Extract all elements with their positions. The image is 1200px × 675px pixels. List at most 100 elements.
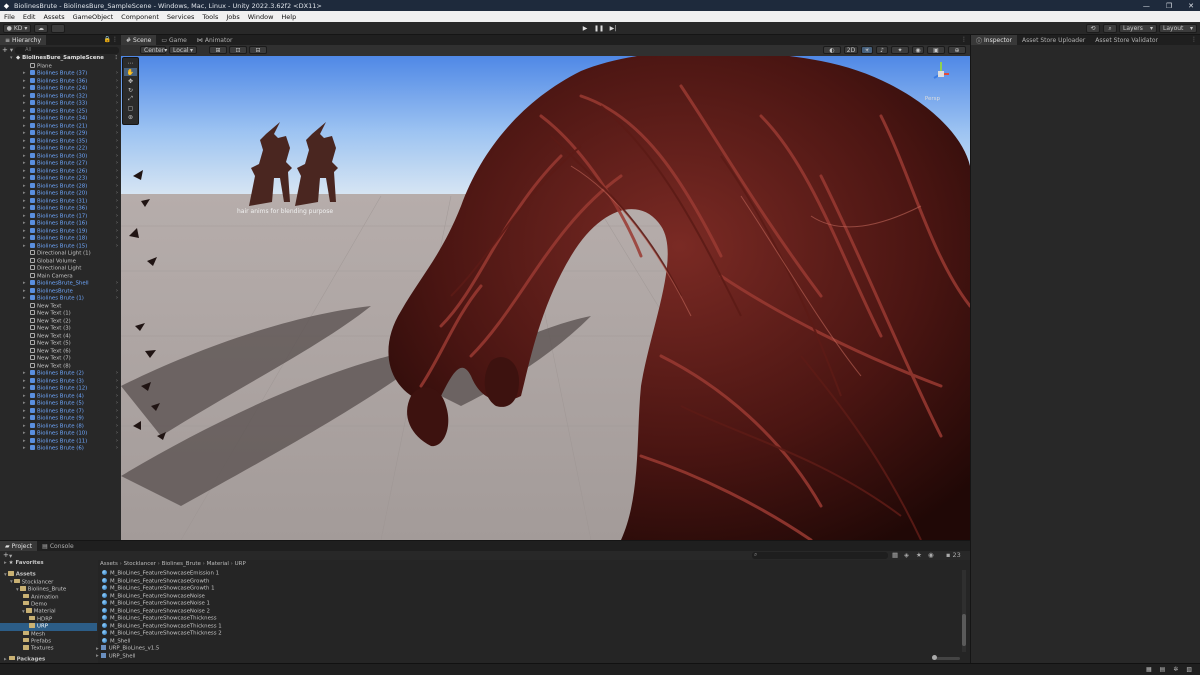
hierarchy-item[interactable]: New Text (5) — [0, 340, 121, 348]
hierarchy-item[interactable]: ▸ BiolinesBrute_Shell › — [0, 280, 121, 288]
chevron-right-icon[interactable]: › — [116, 220, 118, 228]
snap-increment-button[interactable]: ⊡ — [229, 46, 247, 54]
favorites-item[interactable]: ▸ ★ Favorites — [0, 560, 97, 567]
chevron-right-icon[interactable]: ▸ — [23, 445, 26, 453]
menu-component[interactable]: Component — [117, 13, 163, 21]
asset-item[interactable]: M_BioLines_FeatureShowcaseNoise 1 — [102, 600, 222, 608]
chevron-right-icon[interactable]: › — [116, 100, 118, 108]
step-icon[interactable]: ▶| — [606, 24, 620, 33]
chevron-right-icon[interactable]: ▸ — [23, 198, 26, 206]
chevron-right-icon[interactable]: ▸ — [23, 370, 26, 378]
add-icon[interactable]: + — [2, 46, 8, 54]
history-button[interactable]: ⟲ — [1086, 24, 1100, 33]
hierarchy-item[interactable]: Directional Light — [0, 265, 121, 273]
cloud-button[interactable]: ☁ — [34, 24, 48, 33]
asset-item[interactable]: M_BioLines_FeatureShowcaseThickness 2 — [102, 630, 222, 638]
layers-dropdown[interactable]: Layers ▾ — [1119, 24, 1157, 33]
hierarchy-item[interactable]: ▸ Biolines Brute (25) › — [0, 107, 121, 116]
hierarchy-item[interactable]: New Text (8) — [0, 362, 121, 371]
chevron-right-icon[interactable]: ▸ — [23, 408, 26, 416]
chevron-right-icon[interactable]: ▸ — [23, 138, 26, 146]
camera-dropdown[interactable]: ▣ — [927, 46, 945, 54]
chevron-right-icon[interactable]: › — [116, 145, 118, 153]
more-icon[interactable]: ⋮ — [112, 36, 118, 43]
filter-label-icon[interactable]: ◈ — [904, 551, 909, 559]
chevron-right-icon[interactable]: › — [116, 445, 118, 453]
chevron-right-icon[interactable]: ▸ — [23, 78, 26, 86]
chevron-down-icon[interactable]: ▾ — [9, 552, 12, 560]
favorite-icon[interactable]: ★ — [916, 551, 922, 559]
breadcrumb-item[interactable]: Biolines_Brute — [162, 561, 201, 567]
menu-jobs[interactable]: Jobs — [222, 13, 243, 21]
chevron-right-icon[interactable]: ▸ — [23, 115, 26, 123]
hierarchy-item[interactable]: ▸ Biolines Brute (5) › — [0, 400, 121, 408]
hierarchy-item[interactable]: ▸ Biolines Brute (8) › — [0, 422, 121, 431]
chevron-right-icon[interactable]: › — [116, 393, 118, 401]
chevron-right-icon[interactable]: ▸ — [23, 400, 26, 408]
tab-scene[interactable]: # Scene — [121, 35, 157, 45]
breadcrumb-item[interactable]: Stocklancer — [124, 561, 156, 567]
asset-item[interactable]: M_BioLines_FeatureShowcaseGrowth 1 — [102, 585, 222, 593]
hierarchy-item[interactable]: New Text (7) — [0, 355, 121, 363]
cache-icon[interactable]: ▤ — [1160, 666, 1166, 673]
hierarchy-item[interactable]: ▸ Biolines Brute (16) › — [0, 220, 121, 228]
hierarchy-item[interactable]: ▸ Biolines Brute (17) › — [0, 212, 121, 221]
chevron-right-icon[interactable]: ▸ — [23, 415, 26, 423]
breadcrumb-item[interactable]: Assets — [100, 561, 118, 567]
lighting-toggle[interactable]: ☀ — [861, 46, 873, 54]
chevron-right-icon[interactable]: ▸ — [23, 430, 26, 438]
filter-type-icon[interactable]: ▦ — [892, 551, 898, 559]
asset-item[interactable]: M_BioLines_FeatureShowcaseNoise 2 — [102, 607, 222, 616]
hierarchy-item[interactable]: ▸ Biolines Brute (30) › — [0, 152, 121, 161]
scene-root[interactable]: ▾ ◆ BiolinesBure_SampleScene ⋮ — [0, 55, 121, 63]
chevron-right-icon[interactable]: › — [116, 108, 118, 116]
add-icon[interactable]: + — [3, 551, 9, 559]
chevron-right-icon[interactable]: › — [116, 400, 118, 408]
hierarchy-item[interactable]: ▸ Biolines Brute (22) › — [0, 145, 121, 153]
chevron-right-icon[interactable]: › — [116, 70, 118, 78]
chevron-right-icon[interactable]: › — [116, 160, 118, 168]
chevron-right-icon[interactable]: › — [116, 190, 118, 198]
move-tool-icon[interactable]: ✥ — [124, 77, 137, 85]
hierarchy-item[interactable]: ▸ Biolines Brute (33) › — [0, 100, 121, 108]
hierarchy-item[interactable]: ▸ Biolines Brute (3) › — [0, 377, 121, 386]
chevron-right-icon[interactable]: › — [116, 385, 118, 393]
hierarchy-item[interactable]: ▸ Biolines Brute (11) › — [0, 437, 121, 446]
hierarchy-item[interactable]: ▸ BiolinesBrute › — [0, 287, 121, 296]
chevron-right-icon[interactable]: › — [116, 288, 118, 296]
hierarchy-item[interactable]: New Text (2) — [0, 317, 121, 326]
chevron-right-icon[interactable]: ▸ — [23, 228, 26, 236]
hierarchy-item[interactable]: Directional Light (1) — [0, 250, 121, 258]
menu-services[interactable]: Services — [163, 13, 198, 21]
breadcrumb-item[interactable]: Material — [207, 561, 229, 567]
chevron-right-icon[interactable]: ▸ — [23, 213, 26, 221]
chevron-right-icon[interactable]: ▸ — [23, 295, 26, 303]
hierarchy-item[interactable]: New Text — [0, 302, 121, 311]
chevron-right-icon[interactable]: ▸ — [23, 243, 26, 251]
chevron-right-icon[interactable]: ▸ — [23, 183, 26, 191]
gizmos-dropdown[interactable]: ⊕ — [948, 46, 966, 54]
debug-icon[interactable]: ✲ — [1173, 666, 1178, 673]
hierarchy-item[interactable]: ▸ Biolines Brute (9) › — [0, 415, 121, 423]
hierarchy-item[interactable]: Main Camera — [0, 272, 121, 281]
chevron-down-icon[interactable]: ▾ — [10, 55, 13, 63]
close-icon[interactable]: ✕ — [1188, 2, 1194, 10]
hierarchy-item[interactable]: ▸ Biolines Brute (34) › — [0, 115, 121, 123]
hierarchy-item[interactable]: ▸ Biolines Brute (1) › — [0, 295, 121, 303]
chevron-right-icon[interactable]: › — [116, 168, 118, 176]
project-folder-item[interactable]: ▾ Biolines_Brute — [0, 586, 97, 593]
asset-item[interactable]: ▸ URP_Shell — [96, 652, 222, 661]
pause-icon[interactable]: ❚❚ — [592, 24, 606, 33]
packages-item[interactable]: ▸ Packages — [0, 655, 97, 663]
chevron-right-icon[interactable]: › — [116, 130, 118, 138]
minimize-icon[interactable]: — — [1143, 2, 1150, 10]
chevron-right-icon[interactable]: ▸ — [23, 423, 26, 431]
draw-mode-button[interactable]: ◐ — [823, 46, 841, 54]
scale-tool-icon[interactable]: ⤢ — [124, 95, 137, 103]
scene-gizmo[interactable] — [932, 60, 950, 90]
chevron-right-icon[interactable]: ▸ — [23, 153, 26, 161]
asset-item[interactable]: ▸ URP_BioLines_v1.5 — [96, 645, 222, 653]
hierarchy-item[interactable]: Global Volume — [0, 257, 121, 266]
chevron-right-icon[interactable]: › — [116, 415, 118, 423]
chevron-right-icon[interactable]: › — [116, 378, 118, 386]
